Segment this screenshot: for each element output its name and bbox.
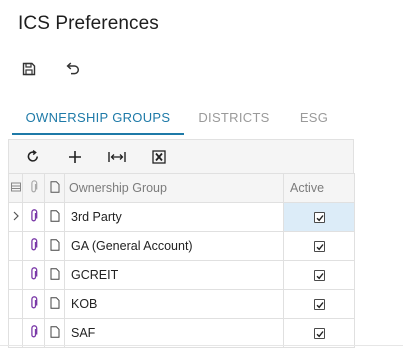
undo-icon xyxy=(66,62,80,75)
add-row-button[interactable] xyxy=(64,146,86,168)
row-attachment-cell[interactable] xyxy=(22,318,45,348)
row-note-cell[interactable] xyxy=(44,260,65,290)
active-checkbox[interactable] xyxy=(313,270,325,282)
table-row[interactable]: GCREIT xyxy=(8,260,355,290)
refresh-button[interactable] xyxy=(22,146,44,168)
table-row[interactable]: 3rd Party xyxy=(8,202,355,232)
form-toolbar xyxy=(18,57,84,81)
save-icon xyxy=(22,62,36,76)
excel-export-icon xyxy=(152,149,166,164)
fit-columns-icon xyxy=(108,151,126,162)
row-note-cell[interactable] xyxy=(44,231,65,261)
row-selector[interactable] xyxy=(8,231,23,261)
row-attachment-cell[interactable] xyxy=(22,289,45,319)
row-attachment-cell[interactable] xyxy=(22,231,45,261)
ownership-group-header[interactable]: Ownership Group xyxy=(64,173,284,203)
plus-icon xyxy=(69,150,81,163)
check-icon xyxy=(316,215,324,222)
note-icon xyxy=(50,209,59,222)
check-icon xyxy=(316,273,324,280)
paperclip-icon xyxy=(30,324,37,337)
ownership-group-cell[interactable]: GCREIT xyxy=(64,260,284,290)
notes-header[interactable] xyxy=(44,173,65,203)
active-cell[interactable] xyxy=(283,202,355,232)
row-selector[interactable] xyxy=(8,202,23,232)
ownership-group-cell[interactable]: SAF xyxy=(64,318,284,348)
tab-esg[interactable]: ESG xyxy=(290,100,338,135)
tab-ownership-groups[interactable]: OWNERSHIP GROUPS xyxy=(12,100,184,135)
active-tab-indicator xyxy=(12,133,184,135)
row-note-cell[interactable] xyxy=(44,289,65,319)
ownership-group-cell[interactable]: KOB xyxy=(64,289,284,319)
row-note-cell[interactable] xyxy=(44,202,65,232)
note-icon xyxy=(50,296,59,309)
active-checkbox[interactable] xyxy=(313,212,325,224)
grid-header-row: Ownership Group Active xyxy=(8,173,355,203)
active-cell[interactable] xyxy=(283,260,355,290)
active-cell[interactable] xyxy=(283,289,355,319)
undo-button[interactable] xyxy=(62,58,84,80)
paperclip-icon xyxy=(30,266,37,279)
table-row[interactable]: KOB xyxy=(8,289,355,319)
ownership-group-cell[interactable]: GA (General Account) xyxy=(64,231,284,261)
note-icon xyxy=(50,325,59,338)
grid-table: Ownership Group Active 3rd Party GA (Gen… xyxy=(8,173,355,348)
row-selector[interactable] xyxy=(8,289,23,319)
active-cell[interactable] xyxy=(283,318,355,348)
paperclip-icon xyxy=(30,237,37,250)
note-icon xyxy=(50,238,59,251)
export-excel-button[interactable] xyxy=(148,146,170,168)
tab-bar: OWNERSHIP GROUPS DISTRICTS ESG xyxy=(0,100,403,135)
fit-columns-button[interactable] xyxy=(106,146,128,168)
check-icon xyxy=(316,302,324,309)
check-icon xyxy=(316,244,324,251)
note-icon xyxy=(50,180,59,193)
ownership-groups-grid: Ownership Group Active 3rd Party GA (Gen… xyxy=(8,139,355,348)
active-header[interactable]: Active xyxy=(283,173,355,203)
table-row[interactable]: SAF xyxy=(8,318,355,348)
grid-toolbar xyxy=(8,139,354,173)
column-settings-icon xyxy=(10,182,21,192)
bottom-divider xyxy=(0,345,403,346)
active-checkbox[interactable] xyxy=(313,328,325,340)
save-button[interactable] xyxy=(18,58,40,80)
paperclip-icon xyxy=(30,295,37,308)
paperclip-icon xyxy=(30,208,37,221)
tab-districts[interactable]: DISTRICTS xyxy=(192,100,276,135)
ownership-group-cell[interactable]: 3rd Party xyxy=(64,202,284,232)
attachments-header[interactable] xyxy=(22,173,45,203)
check-icon xyxy=(316,331,324,338)
table-row[interactable]: GA (General Account) xyxy=(8,231,355,261)
active-checkbox[interactable] xyxy=(313,299,325,311)
column-settings-header[interactable] xyxy=(8,173,23,203)
paperclip-icon xyxy=(30,179,37,192)
chevron-right-icon xyxy=(13,211,19,221)
active-cell[interactable] xyxy=(283,231,355,261)
row-attachment-cell[interactable] xyxy=(22,260,45,290)
row-selector[interactable] xyxy=(8,318,23,348)
page-title: ICS Preferences xyxy=(18,13,159,34)
note-icon xyxy=(50,267,59,280)
active-checkbox[interactable] xyxy=(313,241,325,253)
row-note-cell[interactable] xyxy=(44,318,65,348)
row-selector[interactable] xyxy=(8,260,23,290)
refresh-icon xyxy=(27,149,38,162)
row-attachment-cell[interactable] xyxy=(22,202,45,232)
